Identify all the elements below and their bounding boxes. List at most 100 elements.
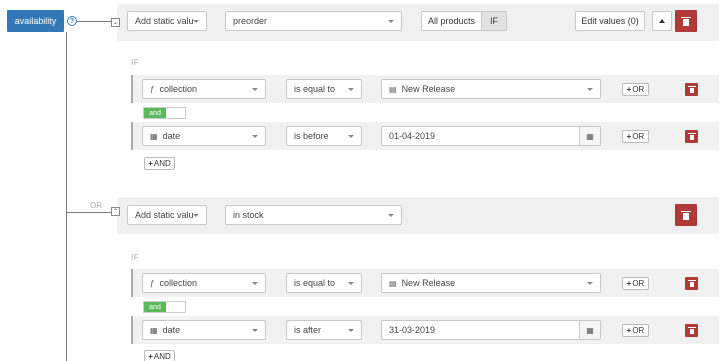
calendar-icon[interactable]: ▦ — [579, 321, 600, 339]
trash-icon — [687, 280, 696, 287]
chevron-up-icon: ⌃ — [112, 208, 119, 215]
tag-icon: ▤ — [389, 278, 397, 288]
plus-icon: + — [626, 279, 632, 288]
or-label: OR — [632, 326, 645, 335]
or-label: OR — [632, 85, 645, 94]
condition-field-select[interactable]: ▦ date — [142, 126, 266, 146]
collapse-toggle[interactable]: ⌄ — [111, 18, 120, 27]
chevron-down-icon — [252, 88, 258, 91]
chevron-down-icon — [348, 135, 354, 138]
chevron-down-icon — [587, 282, 593, 285]
add-or-button[interactable]: + OR — [622, 83, 649, 96]
calendar-icon[interactable]: ▦ — [579, 127, 600, 145]
availability-tag[interactable]: availability — [7, 10, 64, 32]
chevron-down-icon: ⌄ — [112, 19, 119, 26]
chevron-down-icon — [388, 20, 394, 23]
conditions-if-label: IF — [131, 58, 140, 67]
edit-values-button[interactable]: Edit values (0) — [575, 11, 645, 31]
chevron-down-icon — [587, 88, 593, 91]
value-source-text: Add static valu — [135, 16, 194, 26]
condition-operator-text: is equal to — [294, 278, 336, 288]
date-value: 01-04-2019 — [389, 131, 436, 141]
condition-value-text: New Release — [401, 84, 456, 94]
date-input[interactable]: 31-03-2019 ▦ — [381, 320, 601, 340]
add-or-button[interactable]: + OR — [622, 277, 649, 290]
condition-operator-text: is after — [294, 325, 322, 335]
condition-field-select[interactable]: ▦ date — [142, 320, 266, 340]
and-toggle[interactable]: and — [143, 301, 186, 313]
or-separator: OR — [90, 201, 102, 210]
condition-field-text: date — [162, 325, 181, 335]
plus-icon: + — [148, 159, 153, 168]
collapse-toggle[interactable]: ⌃ — [111, 207, 120, 216]
delete-condition-button[interactable] — [685, 324, 698, 337]
delete-condition-button[interactable] — [685, 83, 698, 96]
and-toggle[interactable]: and — [143, 107, 186, 119]
chevron-down-icon — [252, 135, 258, 138]
chevron-down-icon — [252, 329, 258, 332]
condition-field-select[interactable]: ƒ collection — [142, 79, 266, 99]
condition-field-text: collection — [159, 84, 197, 94]
plus-icon: + — [626, 326, 632, 335]
plus-icon: + — [148, 352, 153, 361]
all-products-button[interactable]: All products — [421, 11, 482, 31]
add-or-button[interactable]: + OR — [622, 130, 649, 143]
condition-value-select[interactable]: ▤ New Release — [381, 273, 601, 293]
chevron-down-icon — [193, 20, 199, 23]
condition-operator-select[interactable]: is equal to — [286, 79, 362, 99]
condition-operator-select[interactable]: is equal to — [286, 273, 362, 293]
condition-operator-select[interactable]: is before — [286, 126, 362, 146]
or-label: OR — [632, 132, 645, 141]
delete-condition-button[interactable] — [685, 277, 698, 290]
condition-field-select[interactable]: ƒ collection — [142, 273, 266, 293]
condition-operator-text: is before — [294, 131, 329, 141]
date-input[interactable]: 01-04-2019 ▦ — [381, 126, 601, 146]
function-icon: ƒ — [150, 278, 155, 288]
or-label: OR — [632, 279, 645, 288]
date-value: 31-03-2019 — [389, 325, 436, 335]
chevron-down-icon — [348, 329, 354, 332]
condition-operator-select[interactable]: is after — [286, 320, 362, 340]
chevron-down-icon — [348, 88, 354, 91]
add-and-label: AND — [153, 159, 171, 168]
chevron-down-icon — [252, 282, 258, 285]
delete-condition-button[interactable] — [685, 130, 698, 143]
value-select[interactable]: preorder — [225, 11, 402, 31]
condition-value-text: New Release — [401, 278, 456, 288]
if-button[interactable]: IF — [481, 11, 507, 31]
calendar-icon: ▦ — [150, 131, 158, 141]
plus-icon: + — [626, 85, 632, 94]
value-text: preorder — [233, 16, 268, 26]
trash-icon — [681, 16, 691, 26]
condition-value-select[interactable]: ▤ New Release — [381, 79, 601, 99]
function-icon: ƒ — [150, 84, 155, 94]
value-source-select[interactable]: Add static valu — [127, 205, 207, 225]
plus-icon: + — [626, 132, 632, 141]
help-icon[interactable]: ? — [67, 16, 77, 26]
add-and-button[interactable]: + AND — [144, 350, 175, 361]
add-and-button[interactable]: + AND — [144, 157, 175, 170]
trash-icon — [681, 210, 691, 220]
chevron-down-icon — [193, 214, 199, 217]
delete-value-button[interactable] — [675, 10, 697, 32]
trash-icon — [687, 327, 696, 334]
condition-field-text: date — [162, 131, 181, 141]
move-up-button[interactable] — [652, 11, 672, 31]
caret-up-icon — [659, 19, 665, 23]
add-and-label: AND — [153, 352, 171, 361]
tag-icon: ▤ — [389, 84, 397, 94]
chevron-down-icon — [388, 214, 394, 217]
add-or-button[interactable]: + OR — [622, 324, 649, 337]
value-text: in stock — [233, 210, 264, 220]
chevron-down-icon — [348, 282, 354, 285]
delete-value-button[interactable] — [675, 204, 697, 226]
calendar-icon: ▦ — [150, 325, 158, 335]
value-select[interactable]: in stock — [225, 205, 402, 225]
trash-icon — [687, 133, 696, 140]
condition-operator-text: is equal to — [294, 84, 336, 94]
value-source-select[interactable]: Add static valu — [127, 11, 207, 31]
and-toggle-label: and — [144, 302, 166, 312]
value-block-in-stock — [117, 197, 719, 234]
condition-field-text: collection — [159, 278, 197, 288]
and-toggle-label: and — [144, 108, 166, 118]
